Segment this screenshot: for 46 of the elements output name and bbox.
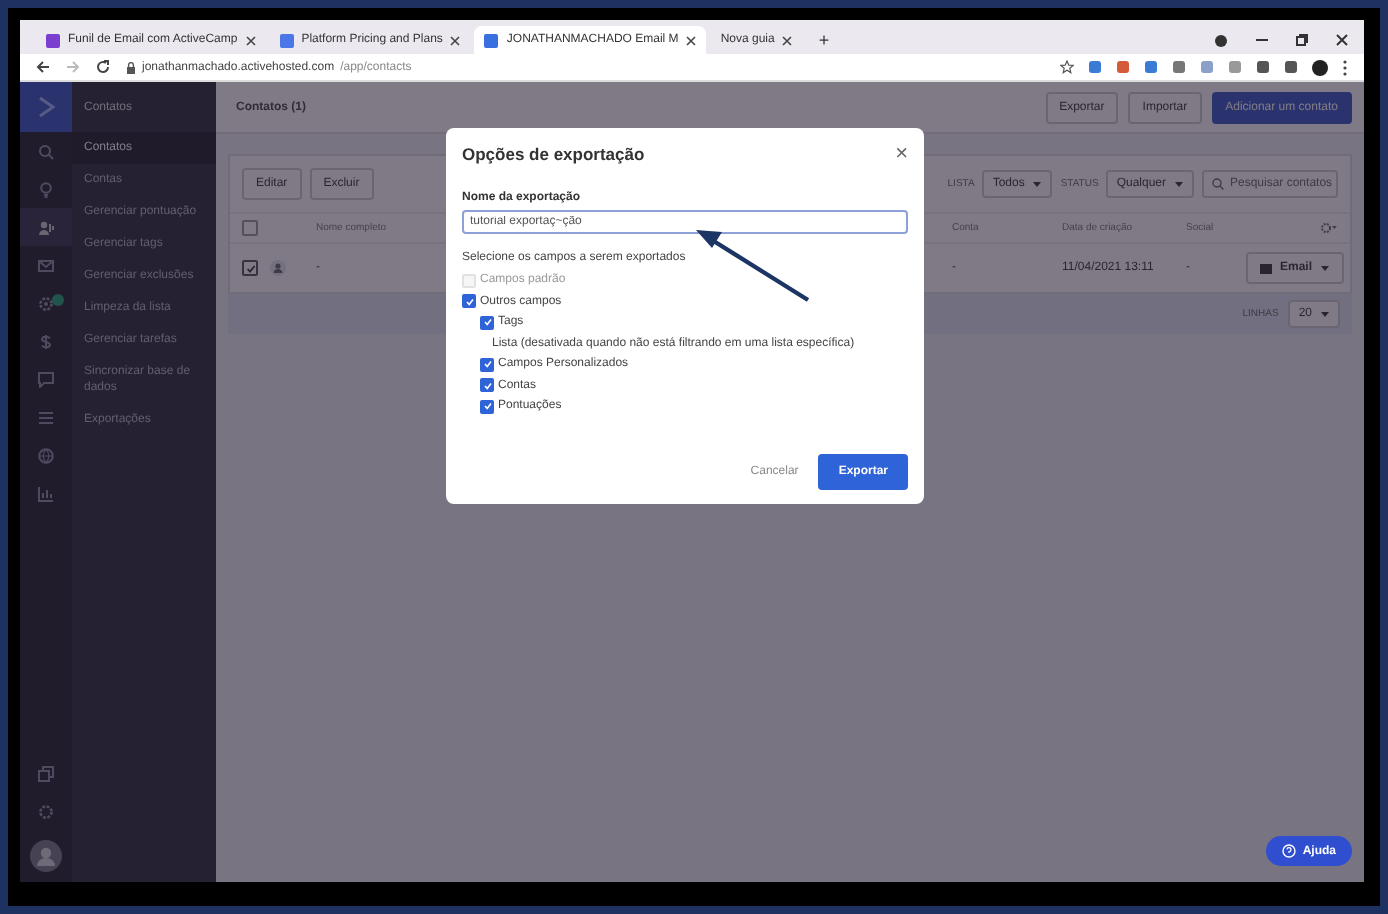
person-icon [270, 260, 286, 276]
back-arrow-icon[interactable] [36, 60, 50, 74]
logo-tile[interactable] [20, 82, 72, 132]
check-icon [483, 360, 491, 369]
check-icon [483, 381, 491, 390]
select-all-checkbox[interactable] [242, 220, 258, 236]
minimize-icon[interactable] [1256, 34, 1268, 46]
settings-icon[interactable] [1320, 222, 1338, 234]
contacts-icon[interactable] [38, 219, 54, 235]
check-icon [483, 318, 491, 327]
caret-icon [1174, 180, 1184, 188]
caret-icon [1320, 264, 1331, 272]
notification-dot [52, 294, 64, 306]
checkbox[interactable] [480, 399, 494, 414]
check-icon [245, 263, 255, 273]
close-icon[interactable] [1336, 34, 1348, 46]
tab-favicon-icon [279, 33, 294, 47]
search-icon [1212, 178, 1224, 190]
reload-icon[interactable] [96, 60, 110, 74]
avatar-icon[interactable] [1312, 59, 1328, 75]
caret-icon [1320, 310, 1330, 318]
record-icon [1214, 33, 1228, 47]
help-icon [1282, 844, 1297, 858]
close-button[interactable]: × [895, 146, 908, 162]
checkbox[interactable] [480, 378, 494, 393]
checkbox[interactable] [480, 357, 494, 372]
close-icon[interactable] [450, 35, 461, 45]
check-icon [483, 402, 491, 411]
lock-icon [126, 61, 136, 73]
close-icon[interactable] [686, 35, 697, 45]
close-icon[interactable] [245, 35, 256, 45]
checkbox[interactable] [462, 294, 476, 309]
chevron-logo-icon [37, 96, 55, 118]
star-icon[interactable] [1060, 60, 1074, 74]
new-tab-button[interactable]: + [818, 30, 830, 50]
restore-icon[interactable] [1296, 34, 1308, 46]
tab-favicon-icon [46, 33, 60, 47]
checkbox[interactable] [480, 315, 494, 330]
close-icon[interactable] [782, 35, 793, 45]
row-checkbox[interactable] [242, 260, 258, 276]
more-menu-icon[interactable] [1342, 59, 1348, 75]
check-icon [465, 297, 473, 306]
tab-favicon-icon [484, 33, 499, 47]
dialog-title: Opções de exportação [462, 144, 645, 164]
arrow-annotation [696, 230, 810, 302]
caret-icon [1032, 180, 1043, 188]
